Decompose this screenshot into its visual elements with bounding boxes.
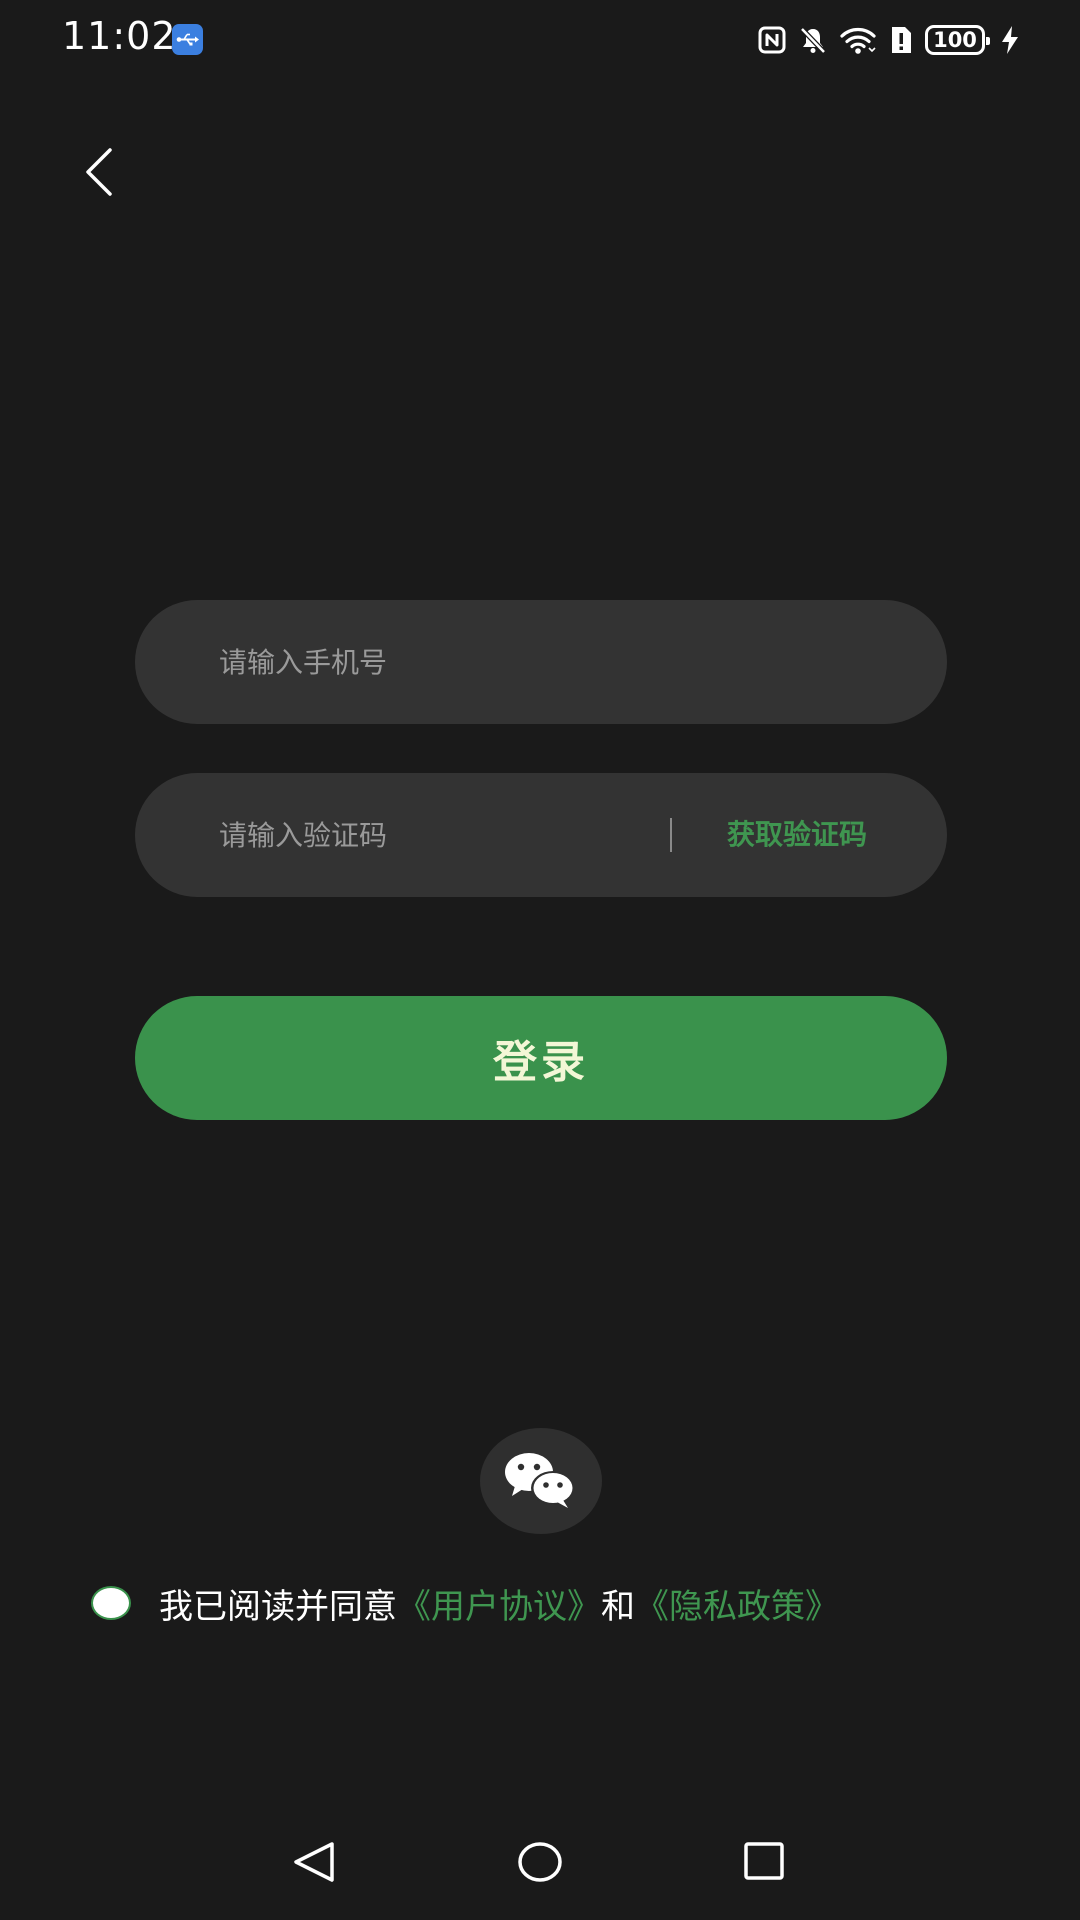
agreement-row: 我已阅读并同意 《用户协议》 和 《隐私政策》 xyxy=(91,1578,839,1628)
nav-recents-button[interactable] xyxy=(734,1832,794,1892)
navigation-bar xyxy=(0,1820,1080,1920)
battery-icon: 100 xyxy=(925,25,990,55)
phone-input[interactable] xyxy=(219,600,899,724)
usb-debug-icon xyxy=(172,24,203,55)
code-input-container: 获取验证码 xyxy=(135,773,947,897)
chevron-left-icon xyxy=(86,148,112,196)
charging-icon xyxy=(1002,26,1018,54)
wechat-icon xyxy=(505,1453,575,1508)
code-divider xyxy=(670,818,672,852)
nfc-icon xyxy=(758,26,786,54)
wechat-login-button[interactable] xyxy=(480,1428,602,1534)
back-button[interactable] xyxy=(72,140,132,200)
wifi-icon xyxy=(840,28,876,54)
bell-off-icon xyxy=(800,27,826,54)
agreement-prefix: 我已阅读并同意 xyxy=(159,1586,397,1627)
nav-home-button[interactable] xyxy=(510,1832,570,1892)
get-code-button[interactable]: 获取验证码 xyxy=(727,773,867,897)
agreement-conjunction: 和 xyxy=(601,1586,635,1627)
login-label: 登录 xyxy=(493,1037,589,1088)
nav-home-icon xyxy=(518,1842,562,1882)
nav-recents-icon xyxy=(744,1842,784,1880)
agreement-checkbox[interactable] xyxy=(91,1586,131,1620)
status-bar: 11:02 100 xyxy=(0,0,1080,80)
user-agreement-link[interactable]: 《用户协议》 xyxy=(397,1579,601,1628)
phone-input-container xyxy=(135,600,947,724)
nav-back-icon xyxy=(294,1842,334,1882)
nav-back-button[interactable] xyxy=(284,1832,344,1892)
login-screen: 11:02 100 请输入手机号 请输入验证码 获取验证码 登录 我已阅读并同意… xyxy=(0,0,1080,1920)
privacy-policy-link[interactable]: 《隐私政策》 xyxy=(635,1579,839,1628)
code-input[interactable] xyxy=(219,773,659,897)
status-time: 11:02 xyxy=(62,14,177,58)
login-button[interactable]: 登录 xyxy=(135,996,947,1120)
alert-icon xyxy=(892,27,911,53)
status-icons: 100 xyxy=(757,20,1020,60)
battery-level: 100 xyxy=(933,28,977,52)
